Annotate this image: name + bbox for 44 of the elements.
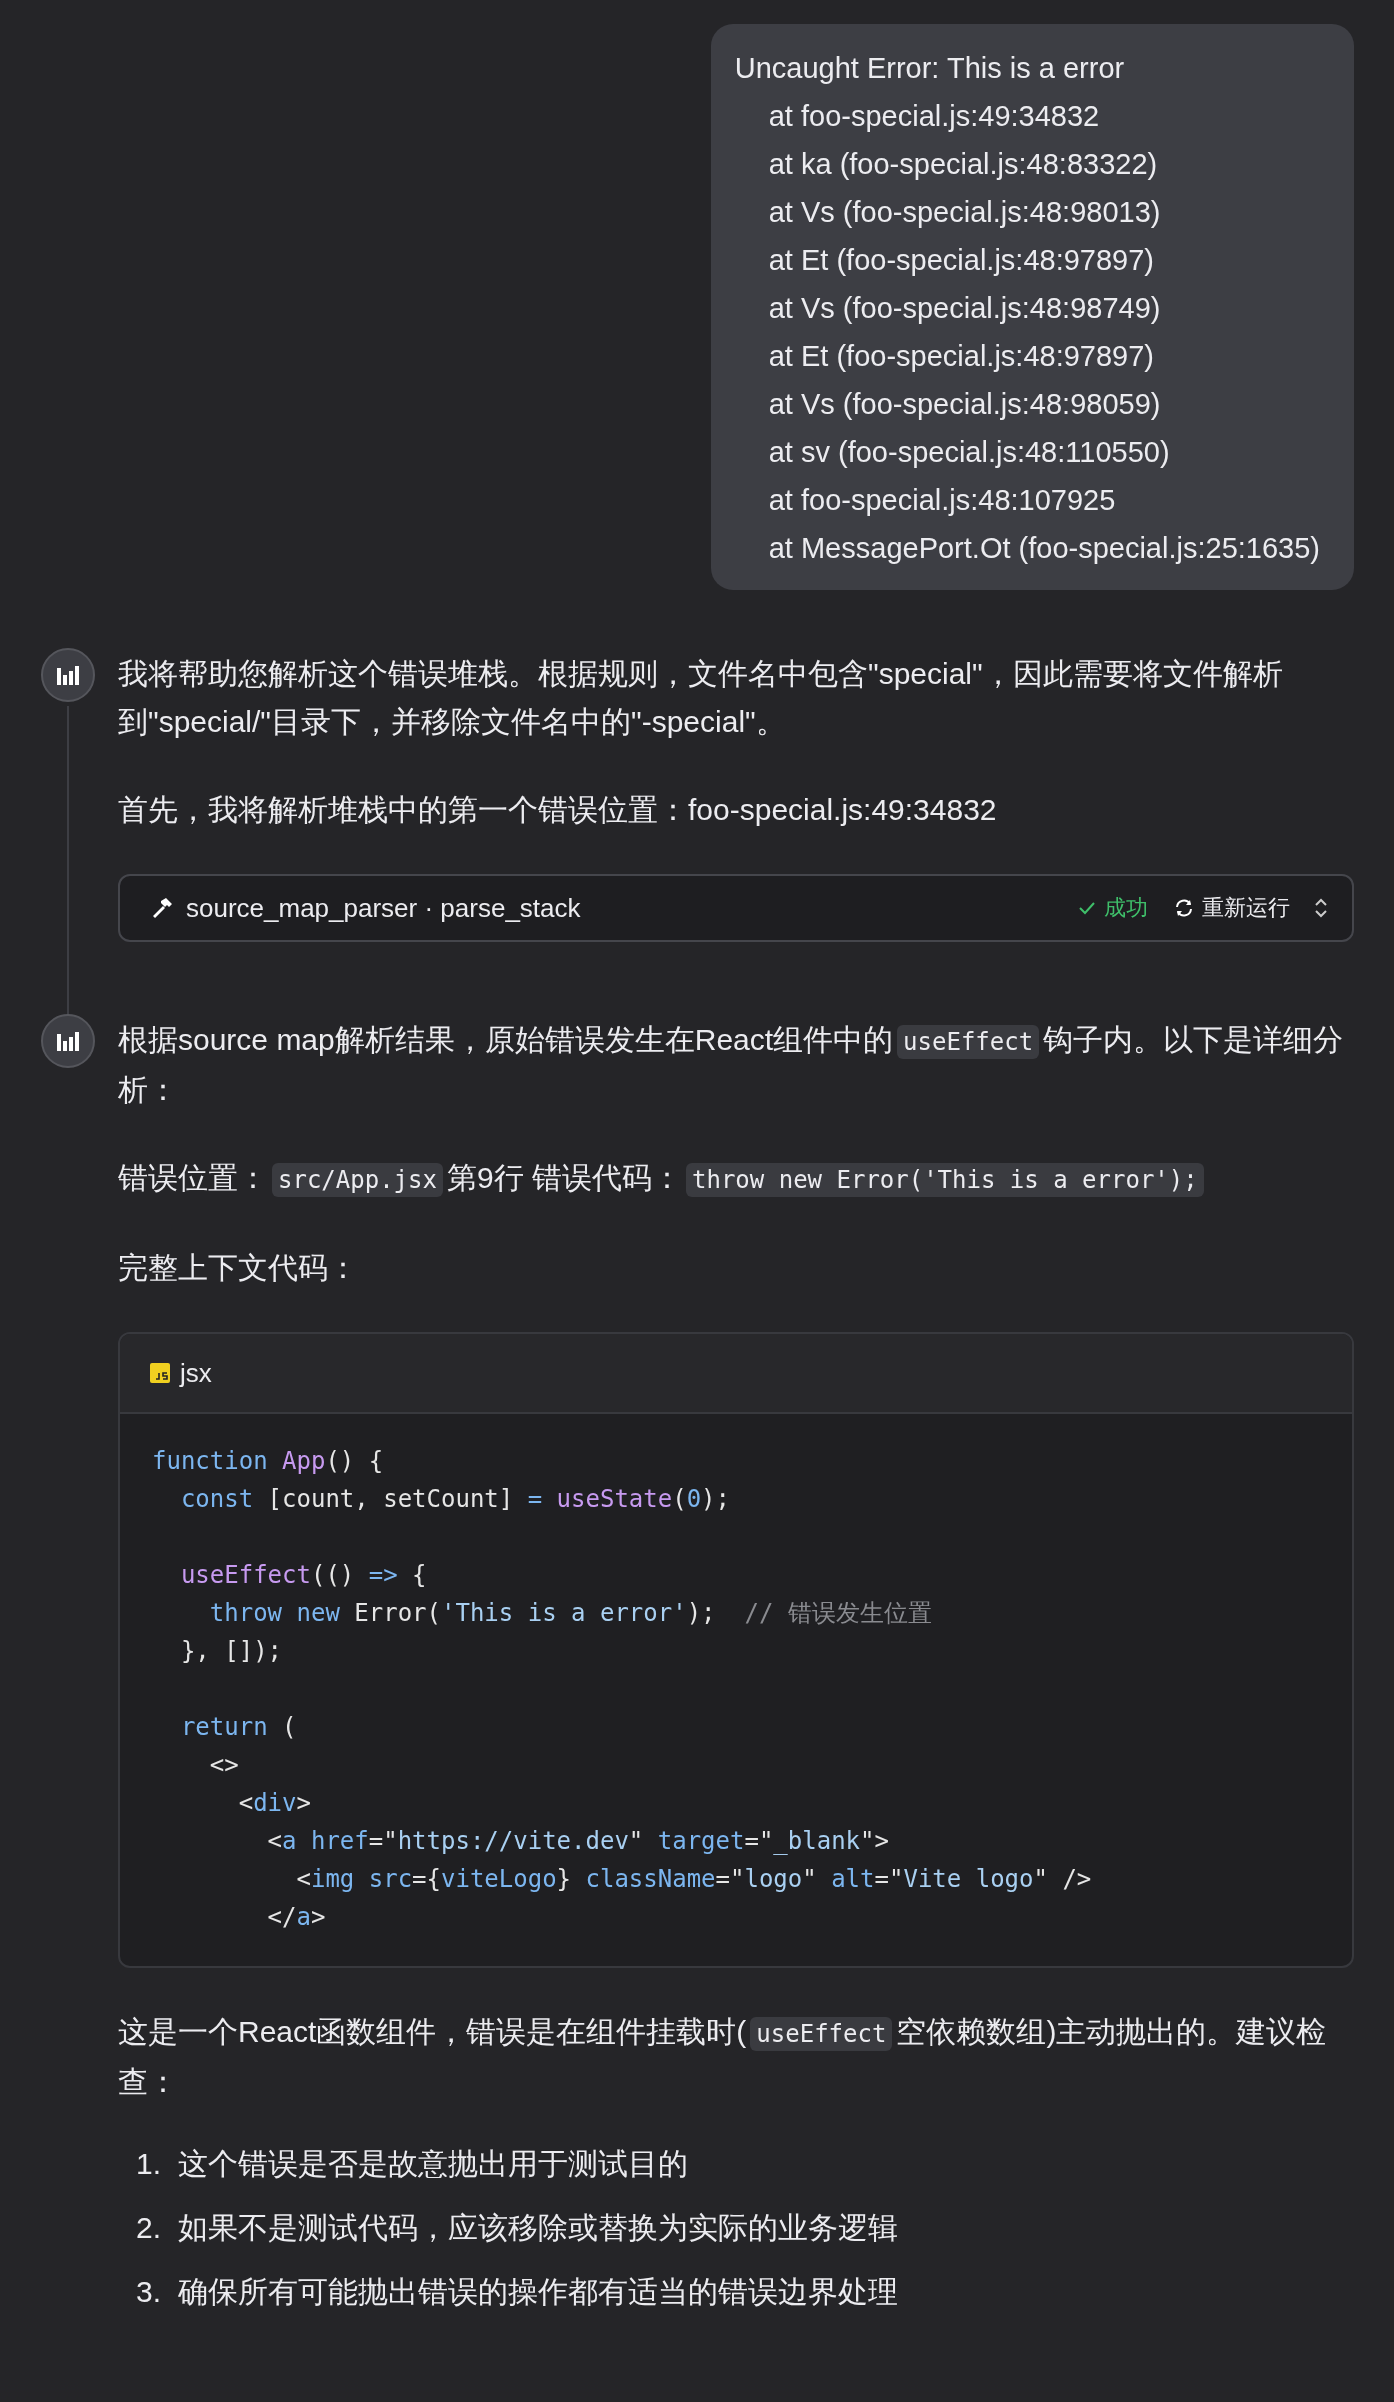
code-line: </a> (266, 1902, 327, 1933)
bar-chart-icon (56, 664, 80, 686)
stack-trace-line: at MessagePort.Ot (foo-special.js:25:1635) (767, 531, 1320, 566)
paragraph: 完整上下文代码： (118, 1250, 359, 1286)
paragraph: 根据source map解析结果，原始错误发生在React组件中的 useEffect 钩子内。以下是详细分析： (118, 1022, 1345, 1108)
stack-trace-line: at Vs (foo-special.js:48:98013) (767, 195, 1162, 230)
paragraph: 我将帮助您解析这个错误堆栈。根据规则，文件名中包含"special"，因此需要将文件解析到"special/"目录下，并移除文件名中的"-special"。 (118, 656, 1284, 740)
js-file-icon (150, 1363, 170, 1383)
paragraph: 首先，我将解析堆栈中的第一个错误位置：foo-special.js:49:34832 (118, 792, 998, 828)
code-line: }, []); (179, 1636, 284, 1667)
code-line: <div> (237, 1788, 312, 1819)
status-label: 成功 (1078, 884, 1148, 932)
stack-trace-line: at foo-special.js:49:34832 (767, 99, 1101, 134)
code-line: function App() { (152, 1446, 385, 1477)
list-number: 3. (136, 2274, 162, 2310)
rerun-button[interactable]: 重新运行 (1174, 893, 1290, 923)
check-icon (1078, 900, 1096, 916)
code-line: const [count, setCount] = useState(0); (179, 1484, 731, 1515)
tool-name: source_map_parser · parse_stack (186, 892, 582, 925)
list-number: 2. (136, 2210, 162, 2246)
stack-trace-line: at ka (foo-special.js:48:83322) (767, 147, 1159, 182)
refresh-icon (1174, 898, 1194, 918)
stack-trace-line: at Et (foo-special.js:48:97897) (767, 339, 1155, 374)
stack-trace-line: Uncaught Error: This is a error (734, 51, 1126, 86)
list-item-text: 这个错误是否是故意抛出用于测试目的 (178, 2146, 688, 2182)
code-line: <img src={viteLogo} className="logo" alt="Vite logo" /> (295, 1864, 1093, 1895)
list-item-text: 确保所有可能抛出错误的操作都有适当的错误边界处理 (178, 2274, 898, 2310)
stack-trace-line: at Vs (foo-special.js:48:98059) (767, 387, 1162, 422)
language-label: jsx (180, 1357, 212, 1390)
code-line: useEffect(() => { (179, 1560, 428, 1591)
code-line: <a href="https://vite.dev" target="_blank"> (266, 1826, 890, 1857)
chevron-up-down-icon[interactable] (1314, 898, 1328, 918)
stack-trace-line: at Vs (foo-special.js:48:98749) (767, 291, 1162, 326)
stack-trace-line: at sv (foo-special.js:48:110550) (767, 435, 1171, 470)
code-line: throw new Error('This is a error'); // 错误发生位置 (208, 1598, 933, 1629)
stack-trace-line: at Et (foo-special.js:48:97897) (767, 243, 1155, 278)
list-item-text: 如果不是测试代码，应该移除或替换为实际的业务逻辑 (178, 2210, 898, 2246)
paragraph: 错误位置： src/App.jsx 第9行 错误代码： throw new Error('This is a error'); (118, 1154, 1354, 1204)
stack-trace-line: at foo-special.js:48:107925 (767, 483, 1117, 518)
code-line: return ( (179, 1712, 298, 1743)
paragraph: 这是一个React函数组件，错误是在组件挂载时( useEffect 空依赖数组)主动抛出的。建议检查： (118, 2014, 1328, 2100)
code-line: <> (208, 1750, 240, 1781)
bar-chart-icon (56, 1030, 80, 1052)
list-number: 1. (136, 2146, 162, 2182)
